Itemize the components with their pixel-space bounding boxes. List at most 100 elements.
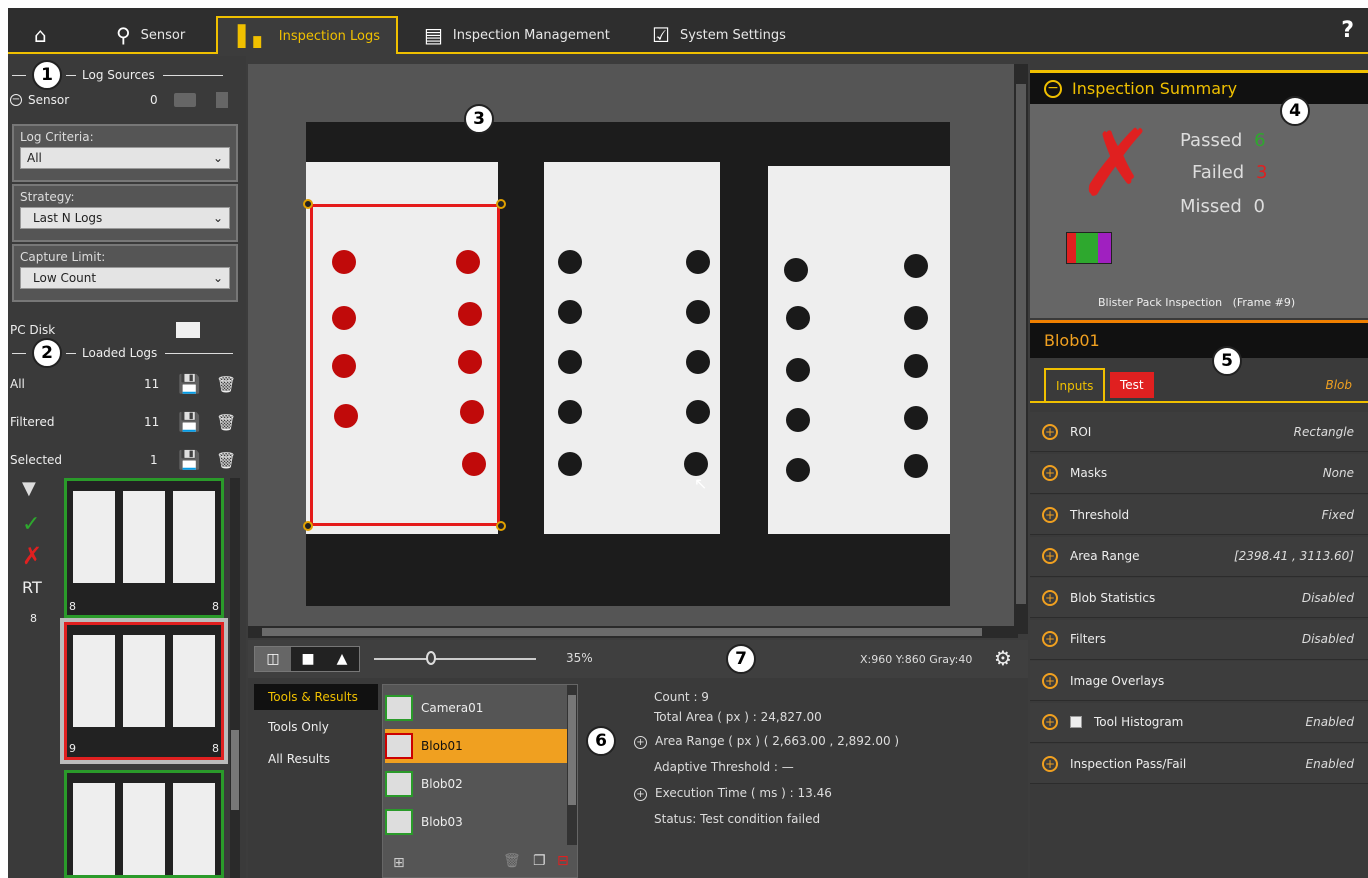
thumbnail-scrollbar[interactable]	[230, 478, 240, 878]
checkbox-icon[interactable]	[1070, 716, 1082, 728]
image-view-icon[interactable]: ▲	[325, 647, 359, 671]
inspection-summary-header[interactable]: − Inspection Summary	[1030, 70, 1368, 104]
tab-tools-only[interactable]: Tools Only	[268, 720, 329, 734]
callout-1: 1	[32, 60, 62, 90]
help-button[interactable]: ?	[1341, 18, 1354, 43]
blob-dot	[904, 254, 928, 278]
folder-icon[interactable]	[176, 322, 200, 338]
loaded-logs-row-all[interactable]: All 11 💾 🗑	[10, 374, 242, 395]
collapse-icon[interactable]: −	[1044, 79, 1062, 98]
expand-icon[interactable]: +	[1042, 465, 1058, 481]
callout-2: 2	[32, 338, 62, 368]
scroll-thumb[interactable]	[1016, 84, 1026, 604]
single-view-icon[interactable]: ■	[291, 647, 325, 671]
tab-all-results[interactable]: All Results	[268, 752, 330, 766]
chevron-down-icon: ⌄	[212, 271, 223, 285]
result-exec-time[interactable]: + Execution Time ( ms ) : 13.46	[634, 786, 832, 801]
overlay-view-icon[interactable]: ◫	[255, 647, 291, 671]
rt-label[interactable]: RT	[22, 578, 42, 597]
delete-tool-icon[interactable]: 🗑	[503, 853, 521, 869]
expand-icon[interactable]: +	[634, 788, 647, 801]
tab-sensor[interactable]: ⚲ Sensor	[116, 16, 216, 54]
failed-label: Failed	[1192, 162, 1245, 183]
pass-filter-icon[interactable]: ✓	[22, 512, 40, 537]
save-icon[interactable]: 💾	[178, 450, 200, 471]
remove-tool-icon[interactable]: ⊟	[557, 853, 569, 869]
expand-icon[interactable]: +	[1042, 672, 1058, 689]
expand-icon[interactable]: +	[1042, 589, 1058, 606]
zoom-slider[interactable]	[374, 658, 536, 660]
roi-handle[interactable]	[303, 521, 313, 531]
trash-icon[interactable]: 🗑	[216, 451, 236, 470]
param-label: Area Range	[1070, 549, 1140, 563]
thumb-label-right: 8	[212, 742, 219, 755]
param-row[interactable]: + Tool Histogram Enabled	[1030, 702, 1368, 743]
filter-icon[interactable]: ▼	[22, 478, 36, 499]
tool-item-blob01[interactable]: Blob01	[385, 729, 567, 763]
expand-icon[interactable]: +	[1042, 755, 1058, 772]
loaded-logs-row-filtered[interactable]: Filtered 11 💾 🗑	[10, 412, 242, 433]
roi-handle[interactable]	[496, 199, 506, 209]
param-row[interactable]: + ROI Rectangle	[1030, 412, 1368, 452]
camera-icon[interactable]	[174, 93, 196, 107]
image-viewer[interactable]: 3 ↖	[248, 64, 1014, 634]
tab-inspection-logs[interactable]: ▌▖ Inspection Logs	[216, 16, 398, 54]
pc-disk-row[interactable]: PC Disk	[10, 320, 242, 340]
fail-filter-icon[interactable]: ✗	[22, 542, 42, 570]
scroll-thumb[interactable]	[568, 695, 576, 805]
param-row[interactable]: + Masks None	[1030, 453, 1368, 494]
chevron-down-icon: ⌄	[212, 151, 223, 165]
result-area-range[interactable]: + Area Range ( px ) ( 2,663.00 , 2,892.00…	[634, 734, 899, 749]
param-row[interactable]: + Filters Disabled	[1030, 619, 1368, 660]
tool-list-scrollbar[interactable]	[567, 685, 577, 845]
capture-limit-select[interactable]: Low Count ⌄	[20, 267, 230, 289]
expand-icon[interactable]: +	[1042, 423, 1058, 440]
tab-inputs[interactable]: Inputs	[1044, 368, 1106, 402]
trash-icon[interactable]	[216, 92, 228, 108]
tool-item-blob02[interactable]: Blob02	[385, 767, 567, 801]
blob-dot	[332, 354, 356, 378]
scroll-thumb[interactable]	[231, 730, 239, 810]
trash-icon[interactable]: 🗑	[216, 375, 236, 394]
param-row[interactable]: + Inspection Pass/Fail Enabled	[1030, 744, 1368, 784]
sensor-source-row[interactable]: − Sensor 0	[10, 90, 242, 110]
expand-icon[interactable]: +	[1042, 714, 1058, 730]
viewer-vertical-scrollbar[interactable]	[1014, 64, 1028, 634]
tab-inspection-management[interactable]: ▤ Inspection Management	[424, 16, 624, 54]
inspection-image[interactable]: ↖	[303, 122, 950, 606]
log-criteria-select[interactable]: All ⌄	[20, 147, 230, 169]
expand-icon[interactable]: +	[1042, 631, 1058, 647]
collapse-icon[interactable]: −	[10, 94, 22, 106]
param-row[interactable]: + Image Overlays	[1030, 661, 1368, 701]
tool-item-camera01[interactable]: Camera01	[385, 691, 567, 725]
scroll-thumb[interactable]	[262, 628, 982, 636]
param-row[interactable]: + Blob Statistics Disabled	[1030, 578, 1368, 618]
save-icon[interactable]: 💾	[178, 412, 200, 433]
add-tool-icon[interactable]: ⊞	[393, 855, 405, 871]
strategy-select[interactable]: Last N Logs ⌄	[20, 207, 230, 229]
gear-icon[interactable]: ⚙	[994, 646, 1012, 670]
param-row[interactable]: + Area Range [2398.41 , 3113.60]	[1030, 536, 1368, 577]
param-label: Threshold	[1070, 507, 1130, 522]
log-thumbnail[interactable]	[64, 770, 224, 878]
log-thumbnail[interactable]: 8 8	[64, 478, 224, 618]
save-icon[interactable]: 💾	[178, 374, 200, 395]
loaded-logs-row-selected[interactable]: Selected 1 💾 🗑	[10, 450, 242, 471]
trash-icon[interactable]: 🗑	[216, 413, 236, 432]
viewer-horizontal-scrollbar[interactable]	[248, 626, 1018, 638]
log-thumbnail-selected[interactable]: 9 8	[60, 618, 228, 764]
zoom-slider-handle[interactable]	[425, 651, 436, 665]
roi-handle[interactable]	[496, 521, 506, 531]
expand-icon[interactable]: +	[1042, 506, 1058, 523]
tool-item-blob03[interactable]: Blob03	[385, 805, 567, 839]
copy-tool-icon[interactable]: ❐	[533, 853, 546, 869]
tab-test[interactable]: Test	[1110, 372, 1154, 398]
tab-home[interactable]: ⌂	[34, 16, 74, 54]
zoom-toolbar: ◫ ■ ▲ 35% 7 X:960 Y:860 Gray:40 ⚙	[248, 640, 1028, 678]
roi-handle[interactable]	[303, 199, 313, 209]
tab-tools-results[interactable]: Tools & Results	[254, 684, 378, 710]
tab-system-settings[interactable]: ☑ System Settings	[652, 16, 812, 54]
expand-icon[interactable]: +	[634, 736, 647, 749]
expand-icon[interactable]: +	[1042, 548, 1058, 564]
param-row[interactable]: + Threshold Fixed	[1030, 495, 1368, 535]
